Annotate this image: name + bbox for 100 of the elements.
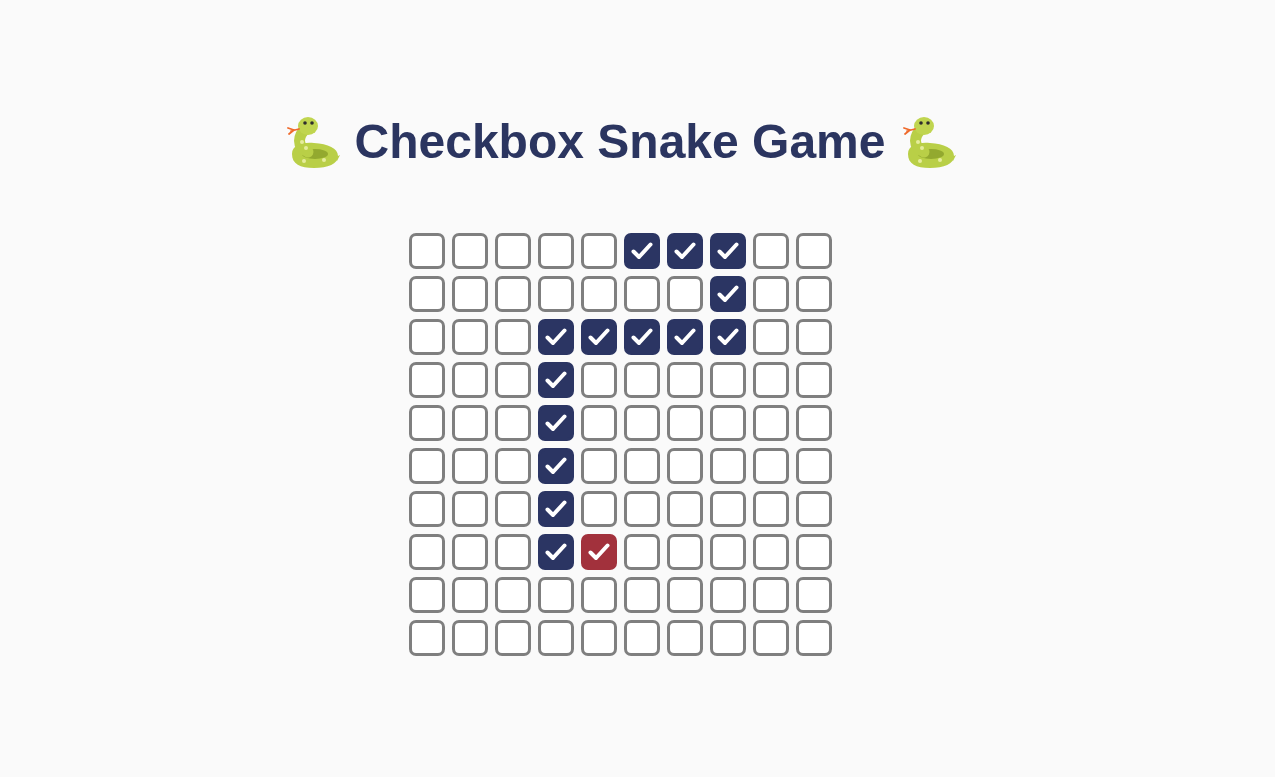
checkbox[interactable]	[580, 405, 617, 441]
checkbox[interactable]	[709, 491, 746, 527]
checkbox[interactable]	[623, 577, 660, 613]
checkbox[interactable]	[752, 534, 789, 570]
checkbox[interactable]	[666, 620, 703, 656]
checkbox[interactable]	[537, 491, 574, 527]
checkbox[interactable]	[666, 448, 703, 484]
checkbox[interactable]	[494, 233, 531, 269]
checkbox[interactable]	[795, 448, 832, 484]
checkbox[interactable]	[580, 491, 617, 527]
checkbox[interactable]	[494, 362, 531, 398]
checkbox[interactable]	[537, 620, 574, 656]
checkbox[interactable]	[752, 233, 789, 269]
checkbox[interactable]	[795, 405, 832, 441]
checkbox[interactable]	[666, 534, 703, 570]
checkbox[interactable]	[537, 362, 574, 398]
checkbox[interactable]	[451, 448, 488, 484]
checkbox[interactable]	[666, 577, 703, 613]
checkbox[interactable]	[795, 276, 832, 312]
checkbox[interactable]	[451, 534, 488, 570]
checkbox[interactable]	[666, 491, 703, 527]
checkbox[interactable]	[494, 491, 531, 527]
checkbox[interactable]	[408, 448, 445, 484]
checkbox[interactable]	[623, 491, 660, 527]
checkbox[interactable]	[580, 620, 617, 656]
checkbox[interactable]	[494, 577, 531, 613]
checkbox[interactable]	[451, 405, 488, 441]
checkbox[interactable]	[408, 362, 445, 398]
checkbox[interactable]	[580, 534, 617, 570]
checkbox[interactable]	[709, 319, 746, 355]
checkbox[interactable]	[623, 534, 660, 570]
checkbox[interactable]	[623, 620, 660, 656]
checkbox[interactable]	[623, 405, 660, 441]
checkbox[interactable]	[709, 362, 746, 398]
checkbox[interactable]	[408, 405, 445, 441]
checkbox[interactable]	[752, 491, 789, 527]
checkbox[interactable]	[451, 491, 488, 527]
checkbox[interactable]	[537, 577, 574, 613]
checkbox[interactable]	[408, 534, 445, 570]
checkbox[interactable]	[537, 534, 574, 570]
checkbox[interactable]	[623, 276, 660, 312]
checkbox[interactable]	[666, 233, 703, 269]
checkbox[interactable]	[666, 319, 703, 355]
checkbox[interactable]	[709, 405, 746, 441]
checkbox[interactable]	[537, 276, 574, 312]
checkbox[interactable]	[580, 362, 617, 398]
checkbox[interactable]	[752, 577, 789, 613]
checkbox[interactable]	[752, 319, 789, 355]
checkbox[interactable]	[408, 620, 445, 656]
checkbox[interactable]	[795, 534, 832, 570]
checkbox[interactable]	[623, 362, 660, 398]
checkbox[interactable]	[494, 319, 531, 355]
checkbox[interactable]	[580, 448, 617, 484]
checkbox[interactable]	[795, 620, 832, 656]
checkbox[interactable]	[709, 620, 746, 656]
checkbox[interactable]	[537, 448, 574, 484]
checkbox[interactable]	[451, 233, 488, 269]
checkbox[interactable]	[408, 491, 445, 527]
checkbox[interactable]	[580, 577, 617, 613]
checkbox[interactable]	[795, 491, 832, 527]
checkbox[interactable]	[494, 448, 531, 484]
checkbox[interactable]	[494, 405, 531, 441]
checkbox[interactable]	[752, 448, 789, 484]
checkbox[interactable]	[752, 405, 789, 441]
checkbox[interactable]	[709, 448, 746, 484]
checkbox[interactable]	[408, 577, 445, 613]
checkbox[interactable]	[408, 319, 445, 355]
checkbox[interactable]	[709, 233, 746, 269]
checkbox[interactable]	[752, 362, 789, 398]
checkbox[interactable]	[709, 577, 746, 613]
checkbox[interactable]	[451, 620, 488, 656]
checkbox[interactable]	[709, 276, 746, 312]
checkbox[interactable]	[795, 362, 832, 398]
checkbox[interactable]	[666, 276, 703, 312]
checkbox[interactable]	[408, 233, 445, 269]
checkbox[interactable]	[451, 319, 488, 355]
checkbox[interactable]	[666, 405, 703, 441]
checkbox[interactable]	[795, 319, 832, 355]
checkbox[interactable]	[580, 319, 617, 355]
checkbox[interactable]	[451, 577, 488, 613]
checkbox[interactable]	[795, 233, 832, 269]
checkbox[interactable]	[494, 620, 531, 656]
checkbox[interactable]	[451, 362, 488, 398]
checkbox[interactable]	[537, 405, 574, 441]
checkbox[interactable]	[451, 276, 488, 312]
checkbox[interactable]	[537, 233, 574, 269]
checkbox[interactable]	[580, 276, 617, 312]
checkbox[interactable]	[666, 362, 703, 398]
checkbox[interactable]	[494, 534, 531, 570]
checkbox[interactable]	[623, 319, 660, 355]
checkbox[interactable]	[623, 233, 660, 269]
checkbox[interactable]	[537, 319, 574, 355]
checkbox[interactable]	[408, 276, 445, 312]
checkbox[interactable]	[580, 233, 617, 269]
checkbox[interactable]	[795, 577, 832, 613]
checkbox[interactable]	[709, 534, 746, 570]
checkbox[interactable]	[752, 276, 789, 312]
checkbox[interactable]	[752, 620, 789, 656]
checkbox[interactable]	[623, 448, 660, 484]
checkbox[interactable]	[494, 276, 531, 312]
